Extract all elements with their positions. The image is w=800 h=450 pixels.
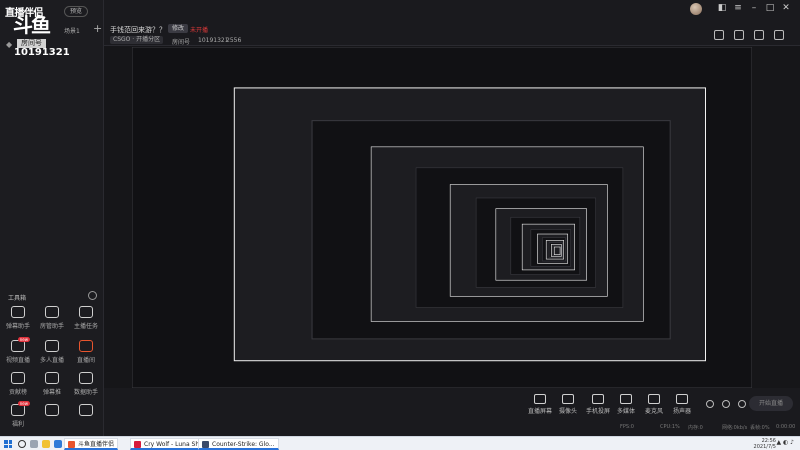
grid-icon[interactable] xyxy=(714,30,724,40)
room-number: 10191321 xyxy=(14,47,70,58)
tool-label: 福利 xyxy=(11,421,24,428)
status-stat: 0:00:00 xyxy=(776,424,796,430)
preview-toggle[interactable]: 预览 xyxy=(64,6,89,17)
tool-item[interactable]: 数据助手 xyxy=(70,372,102,402)
app-logo: 直播伴侣 斗鱼 房间号 xyxy=(5,4,61,48)
toolbar-icon xyxy=(534,394,546,404)
file-explorer-icon[interactable] xyxy=(42,440,50,448)
toolbar-icon xyxy=(562,394,574,404)
tool-icon xyxy=(45,340,59,352)
tool-item[interactable]: 视频直播 new xyxy=(2,337,34,370)
windows-taskbar: ▲ ◐ ♪ 22:56 2021/7/5 斗鱼直播伴侣 Cry Wolf - Lu… xyxy=(0,436,800,450)
toolbox-title: 工具箱 xyxy=(8,295,27,302)
tool-icon xyxy=(45,404,59,416)
browser-icon[interactable] xyxy=(54,440,62,448)
preview-mirror xyxy=(132,47,752,388)
taskbar-app[interactable]: Counter-Strike: Glo... xyxy=(198,438,279,450)
toolbar-icon xyxy=(620,394,632,404)
windows-start-icon[interactable] xyxy=(4,440,12,448)
room-label: 房间号 xyxy=(172,39,191,46)
status-stat: 丢帧:0% xyxy=(750,425,770,431)
taskbar-app[interactable]: 斗鱼直播伴侣 xyxy=(64,438,119,450)
close-icon[interactable]: ✕ xyxy=(780,2,792,14)
tool-label: 房管助手 xyxy=(39,323,64,330)
status-stat: FPS:0 xyxy=(620,424,634,430)
preview-canvas[interactable] xyxy=(132,47,752,388)
scene-label[interactable]: 场景1 xyxy=(64,26,80,35)
tool-label: 贡献榜 xyxy=(8,389,27,396)
add-scene-button[interactable]: + xyxy=(93,22,102,35)
system-tray[interactable]: ▲ ◐ ♪ xyxy=(777,439,795,446)
tool-label: 视频直播 xyxy=(5,357,30,364)
tool-icon xyxy=(45,306,59,318)
status-stat: CPU:1% xyxy=(660,424,680,430)
tool-icon xyxy=(79,340,93,352)
toolbar-button[interactable]: 摄像头 xyxy=(552,394,584,415)
toolbar-icon xyxy=(676,394,688,404)
start-live-button[interactable]: 开始直播 xyxy=(749,396,793,411)
maximize-icon[interactable]: □ xyxy=(764,2,776,14)
tool-item[interactable] xyxy=(36,404,68,434)
skin-icon[interactable]: ◧ xyxy=(716,2,728,14)
tool-label: 直播间 xyxy=(76,357,95,364)
tool-icon xyxy=(45,372,59,384)
toolbar-button[interactable]: 扬声器 xyxy=(666,394,698,415)
mirror-frame xyxy=(553,246,561,255)
tool-icon xyxy=(79,372,93,384)
tool-item[interactable]: 贡献榜 xyxy=(2,372,34,402)
sound-toggle-icon[interactable] xyxy=(722,400,730,408)
tool-label: 多人直播 xyxy=(39,357,64,364)
tool-item[interactable] xyxy=(70,404,102,434)
menu-icon[interactable]: ≡ xyxy=(732,2,744,14)
user-avatar[interactable] xyxy=(690,3,702,15)
live-status: 未开播 xyxy=(190,27,209,34)
status-stat: 网络:0kb/s xyxy=(722,425,748,431)
task-view-icon[interactable] xyxy=(30,440,38,448)
lock-icon[interactable] xyxy=(734,30,744,40)
stream-title[interactable]: 手钱范回来游？？ xyxy=(110,25,166,35)
room-value: 10191321 xyxy=(198,37,229,44)
tool-label: 数据助手 xyxy=(73,389,98,396)
edit-title-button[interactable]: 修改 xyxy=(168,24,189,33)
tool-badge: new xyxy=(17,337,30,342)
tool-icon xyxy=(79,404,93,416)
logo-line2: 斗鱼 xyxy=(13,13,51,37)
tool-label: 主播任务 xyxy=(73,323,98,330)
clock-date: 2021/7/5 xyxy=(753,444,776,450)
minimize-icon[interactable]: – xyxy=(748,2,760,14)
tool-icon xyxy=(11,372,25,384)
tool-item[interactable]: 直播间 xyxy=(70,340,102,370)
location-icon: ◆ xyxy=(6,40,13,49)
tool-item[interactable]: 弹幕助手 xyxy=(2,306,34,336)
tool-label: 弹幕推 xyxy=(42,389,61,396)
tool-item[interactable]: 主播任务 xyxy=(70,306,102,336)
category-chip[interactable]: CSGO · 开播分区 xyxy=(110,36,164,44)
left-panel: 直播伴侣 斗鱼 房间号 预览 场景1 + ◆ 10191321 工具箱 弹幕助手… xyxy=(0,0,104,436)
tool-item[interactable]: 房管助手 xyxy=(36,306,68,336)
toolbar-icon xyxy=(592,394,604,404)
tool-icon xyxy=(11,306,25,318)
settings-icon[interactable] xyxy=(738,400,746,408)
tool-item[interactable]: 多人直播 xyxy=(36,340,68,370)
tool-item[interactable]: 弹幕推 xyxy=(36,372,68,402)
toolbar-label: 摄像头 xyxy=(558,408,577,415)
tool-item[interactable]: 福利 new xyxy=(2,401,34,434)
search-icon[interactable] xyxy=(18,440,26,448)
toolbar-icon xyxy=(648,394,660,404)
tool-badge: new xyxy=(17,401,30,406)
tool-icon xyxy=(79,306,93,318)
header: 手钱范回来游？？ 修改 未开播 CSGO · 开播分区 房间号 10191321… xyxy=(104,0,800,46)
camera-toggle-icon[interactable] xyxy=(706,400,714,408)
clock: 22:56 2021/7/5 xyxy=(754,438,776,450)
fans-count: 2556 xyxy=(226,37,242,44)
record-icon[interactable] xyxy=(754,30,764,40)
share-icon[interactable] xyxy=(774,30,784,40)
toolbar-label: 扬声器 xyxy=(672,408,691,415)
toolbox-settings-icon[interactable] xyxy=(88,291,97,300)
status-stat: 内存:0 xyxy=(688,425,703,431)
tool-label: 弹幕助手 xyxy=(5,323,30,330)
